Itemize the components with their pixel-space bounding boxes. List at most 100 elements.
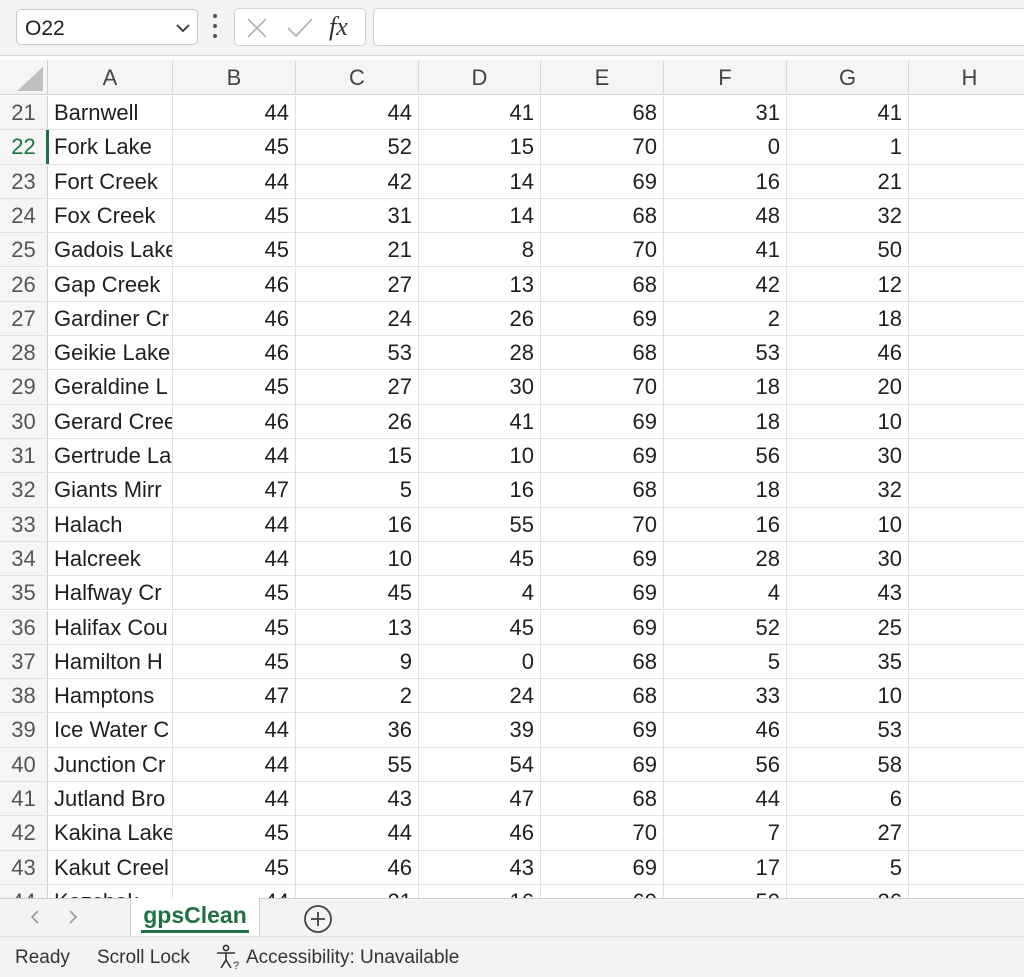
- row-header[interactable]: 37: [0, 644, 48, 679]
- row-header[interactable]: 33: [0, 507, 48, 541]
- cell-h40[interactable]: [909, 748, 1024, 781]
- cell-f25[interactable]: 41: [664, 233, 787, 267]
- cell-d36[interactable]: 45: [419, 610, 541, 644]
- cell-c36[interactable]: 13: [296, 610, 419, 644]
- cell-a41[interactable]: Jutland Bro: [48, 782, 173, 816]
- cell-d38[interactable]: 24: [419, 679, 541, 713]
- cell-f24[interactable]: 48: [664, 198, 787, 233]
- cell-b35[interactable]: 45: [173, 576, 296, 610]
- cell-a28[interactable]: Geikie Lake: [48, 336, 173, 370]
- cell-g28[interactable]: 46: [787, 336, 909, 370]
- cell-e36[interactable]: 69: [541, 610, 664, 644]
- cell-e39[interactable]: 69: [541, 713, 664, 747]
- cell-c28[interactable]: 53: [296, 336, 419, 370]
- cell-b21[interactable]: 44: [173, 96, 296, 130]
- cell-g37[interactable]: 35: [787, 644, 909, 679]
- cell-c25[interactable]: 21: [296, 233, 419, 267]
- cell-h25[interactable]: [909, 233, 1024, 266]
- cell-f27[interactable]: 2: [664, 301, 787, 336]
- cell-g41[interactable]: 6: [787, 782, 909, 816]
- cell-d27[interactable]: 26: [419, 301, 541, 336]
- cell-e44[interactable]: 69: [541, 884, 664, 898]
- cell-h44[interactable]: [909, 885, 1024, 898]
- cell-a43[interactable]: Kakut Creel: [48, 850, 173, 884]
- cell-f39[interactable]: 46: [664, 713, 787, 747]
- row-header[interactable]: 43: [0, 850, 48, 884]
- cell-g33[interactable]: 10: [787, 507, 909, 541]
- cell-b22[interactable]: 45: [173, 130, 296, 164]
- cell-a32[interactable]: Giants Mirr: [48, 473, 173, 507]
- column-header-b[interactable]: B: [173, 60, 296, 95]
- cell-f40[interactable]: 56: [664, 747, 787, 781]
- cell-e23[interactable]: 69: [541, 164, 664, 198]
- cell-g30[interactable]: 10: [787, 404, 909, 438]
- cell-e41[interactable]: 68: [541, 782, 664, 816]
- cell-e25[interactable]: 70: [541, 233, 664, 267]
- cell-g23[interactable]: 21: [787, 164, 909, 198]
- cell-h41[interactable]: [909, 782, 1024, 815]
- cell-f32[interactable]: 18: [664, 473, 787, 507]
- cell-d25[interactable]: 8: [419, 233, 541, 267]
- column-header-e[interactable]: E: [541, 60, 664, 95]
- cell-c43[interactable]: 46: [296, 850, 419, 884]
- cell-d41[interactable]: 47: [419, 782, 541, 816]
- cell-a38[interactable]: Hamptons: [48, 679, 173, 713]
- cell-c38[interactable]: 2: [296, 679, 419, 713]
- cell-c27[interactable]: 24: [296, 301, 419, 336]
- row-header[interactable]: 31: [0, 439, 48, 473]
- cell-h32[interactable]: [909, 473, 1024, 506]
- cell-h33[interactable]: [909, 508, 1024, 541]
- row-header[interactable]: 42: [0, 816, 48, 850]
- cell-e30[interactable]: 69: [541, 404, 664, 438]
- plus-circle-icon[interactable]: [302, 903, 334, 935]
- cell-h43[interactable]: [909, 851, 1024, 884]
- cell-c39[interactable]: 36: [296, 713, 419, 747]
- cell-h38[interactable]: [909, 679, 1024, 712]
- cell-e26[interactable]: 68: [541, 267, 664, 301]
- cell-b39[interactable]: 44: [173, 713, 296, 747]
- cell-f23[interactable]: 16: [664, 164, 787, 198]
- cell-h36[interactable]: [909, 611, 1024, 644]
- cell-e40[interactable]: 69: [541, 747, 664, 781]
- cell-g29[interactable]: 20: [787, 370, 909, 404]
- row-header[interactable]: 28: [0, 336, 48, 370]
- cell-f36[interactable]: 52: [664, 610, 787, 644]
- cell-g31[interactable]: 30: [787, 439, 909, 473]
- cell-e33[interactable]: 70: [541, 507, 664, 541]
- cell-a25[interactable]: Gadois Lake: [48, 233, 173, 267]
- column-header-c[interactable]: C: [296, 60, 419, 95]
- row-header[interactable]: 35: [0, 576, 48, 610]
- cell-e28[interactable]: 68: [541, 336, 664, 370]
- status-scroll-lock[interactable]: Scroll Lock: [97, 947, 190, 969]
- cell-c40[interactable]: 55: [296, 747, 419, 781]
- cell-d32[interactable]: 16: [419, 473, 541, 507]
- cell-a40[interactable]: Junction Cr: [48, 747, 173, 781]
- cell-d40[interactable]: 54: [419, 747, 541, 781]
- cell-b29[interactable]: 45: [173, 370, 296, 404]
- column-header-d[interactable]: D: [419, 60, 541, 95]
- cell-g43[interactable]: 5: [787, 850, 909, 884]
- cell-h28[interactable]: [909, 336, 1024, 369]
- cell-e43[interactable]: 69: [541, 850, 664, 884]
- cell-e32[interactable]: 68: [541, 473, 664, 507]
- cell-f44[interactable]: 50: [664, 884, 787, 898]
- chevron-right-icon[interactable]: [66, 909, 80, 925]
- cell-g27[interactable]: 18: [787, 301, 909, 336]
- accessibility-icon[interactable]: ?: [214, 943, 242, 971]
- column-header-h[interactable]: H: [909, 60, 1024, 95]
- cell-c44[interactable]: 21: [296, 884, 419, 898]
- cell-f37[interactable]: 5: [664, 644, 787, 679]
- row-header[interactable]: 27: [0, 301, 48, 336]
- cell-f26[interactable]: 42: [664, 267, 787, 301]
- cell-b32[interactable]: 47: [173, 473, 296, 507]
- cell-b44[interactable]: 44: [173, 884, 296, 898]
- cell-b34[interactable]: 44: [173, 541, 296, 576]
- row-header[interactable]: 25: [0, 233, 48, 267]
- cell-a26[interactable]: Gap Creek: [48, 267, 173, 301]
- cell-b30[interactable]: 46: [173, 404, 296, 438]
- cell-e29[interactable]: 70: [541, 370, 664, 404]
- cell-f38[interactable]: 33: [664, 679, 787, 713]
- row-header[interactable]: 22: [0, 130, 48, 164]
- cell-d31[interactable]: 10: [419, 439, 541, 473]
- cell-d42[interactable]: 46: [419, 816, 541, 850]
